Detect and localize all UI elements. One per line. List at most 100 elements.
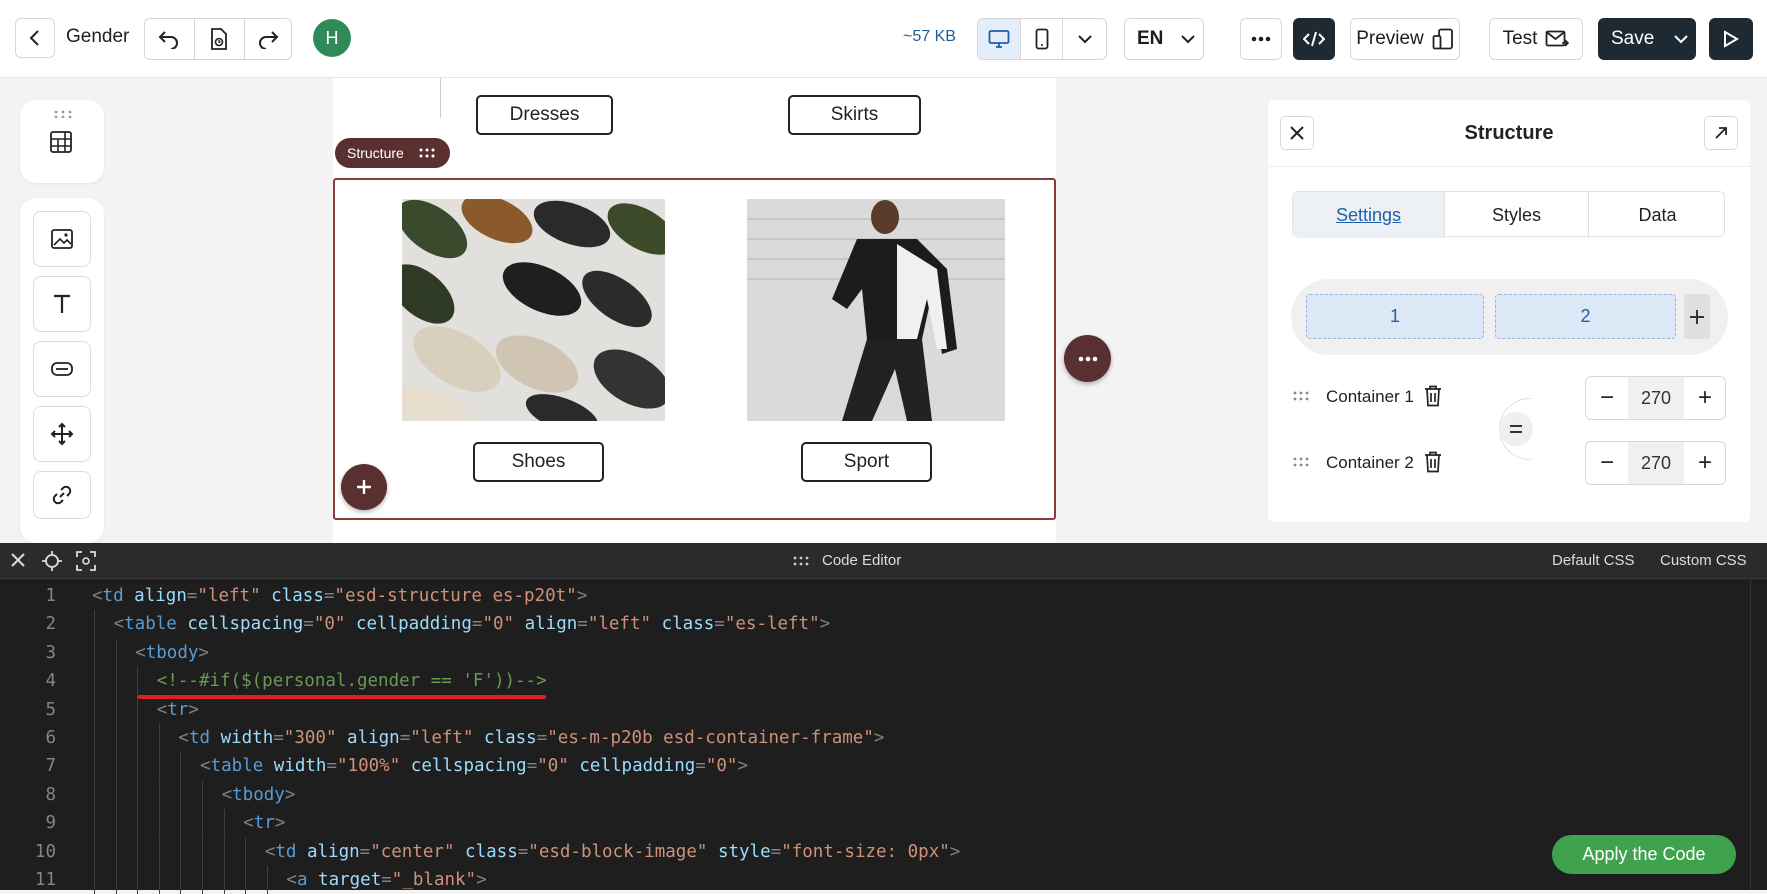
run-button[interactable] bbox=[1709, 18, 1753, 60]
increase-width-button[interactable]: + bbox=[1684, 442, 1726, 484]
code-line[interactable]: 9 <tr> bbox=[0, 809, 1720, 838]
link-block-tool[interactable] bbox=[33, 471, 91, 519]
decrease-width-button[interactable]: − bbox=[1586, 377, 1628, 419]
code-line[interactable]: 7 <table width="100%" cellspacing="0" cel… bbox=[0, 752, 1720, 781]
container-2-width-value[interactable]: 270 bbox=[1628, 442, 1684, 484]
mail-send-icon bbox=[1546, 30, 1570, 47]
version-history-button[interactable] bbox=[195, 19, 243, 59]
code-line[interactable]: 2 <table cellspacing="0" cellpadding="0" … bbox=[0, 610, 1720, 639]
email-size: ~57 KB bbox=[903, 28, 956, 45]
custom-css-tab[interactable]: Custom CSS bbox=[1660, 552, 1747, 569]
sport-button[interactable]: Sport bbox=[801, 442, 932, 482]
delete-container-1-button[interactable] bbox=[1424, 385, 1442, 412]
indent-guide bbox=[223, 837, 225, 866]
column-1[interactable]: 1 bbox=[1306, 294, 1484, 339]
indent-guide bbox=[158, 724, 160, 752]
shoes-image[interactable] bbox=[402, 199, 665, 421]
indent-guide bbox=[180, 780, 182, 809]
increase-width-button[interactable]: + bbox=[1684, 377, 1726, 419]
code-area[interactable]: 1 <td align="left" class="esd-structure e… bbox=[0, 579, 1767, 894]
scrollbar-track[interactable] bbox=[1750, 579, 1751, 890]
structure-actions-button[interactable] bbox=[1064, 335, 1111, 382]
equalize-widths-button[interactable] bbox=[1499, 412, 1533, 446]
text-block-tool[interactable] bbox=[33, 276, 91, 332]
image-block-tool[interactable] bbox=[33, 211, 91, 267]
column-divider bbox=[440, 78, 441, 118]
indent-guide bbox=[180, 809, 182, 838]
indent-guide bbox=[115, 667, 117, 696]
structure-tag[interactable]: Structure bbox=[335, 138, 450, 168]
line-number: 3 bbox=[45, 642, 56, 663]
close-editor-button[interactable] bbox=[10, 552, 26, 572]
structure-tool[interactable] bbox=[49, 130, 73, 159]
indent-guide bbox=[94, 610, 95, 639]
code-line[interactable]: 8 <tbody> bbox=[0, 780, 1720, 809]
drag-handle-icon[interactable] bbox=[1292, 391, 1310, 401]
tab-styles[interactable]: Styles bbox=[1444, 192, 1588, 238]
code-line[interactable]: 10 <td align="center" class="esd-block-im… bbox=[0, 837, 1720, 866]
decrease-width-button[interactable]: − bbox=[1586, 442, 1628, 484]
container-1-width-value[interactable]: 270 bbox=[1628, 377, 1684, 419]
container-1-label: Container 1 bbox=[1326, 387, 1414, 406]
code-text: <table cellspacing="0" cellpadding="0" a… bbox=[113, 614, 831, 635]
indent-guide bbox=[137, 724, 139, 752]
close-icon bbox=[11, 553, 25, 567]
fullscreen-editor-button[interactable] bbox=[76, 551, 96, 575]
indent-guide bbox=[115, 752, 117, 781]
default-css-tab[interactable]: Default CSS bbox=[1552, 552, 1635, 569]
skirts-button[interactable]: Skirts bbox=[788, 95, 921, 135]
code-line[interactable]: 3 <tbody> bbox=[0, 638, 1720, 667]
device-menu-button[interactable] bbox=[1062, 19, 1106, 59]
code-line[interactable]: 6 <td width="300" align="left" class="es-… bbox=[0, 724, 1720, 752]
email-title: Gender bbox=[66, 26, 130, 47]
code-editor-header: Code Editor Default CSS Custom CSS bbox=[0, 543, 1767, 579]
code-line[interactable]: 1 <td align="left" class="esd-structure e… bbox=[0, 582, 1720, 610]
back-button[interactable] bbox=[15, 18, 55, 58]
indent-guide bbox=[137, 809, 139, 838]
line-number: 9 bbox=[45, 813, 56, 834]
indent-guide bbox=[137, 837, 139, 866]
redo-button[interactable] bbox=[245, 19, 291, 59]
desktop-view-button[interactable] bbox=[978, 19, 1020, 59]
sport-photo bbox=[747, 199, 1005, 421]
code-editor-button[interactable] bbox=[1293, 18, 1335, 60]
link-icon bbox=[52, 485, 72, 505]
line-number: 1 bbox=[45, 586, 56, 606]
shoes-button[interactable]: Shoes bbox=[473, 442, 604, 482]
mobile-view-button[interactable] bbox=[1020, 19, 1062, 59]
structure-tag-label: Structure bbox=[347, 145, 404, 161]
expand-panel-button[interactable] bbox=[1704, 116, 1738, 150]
test-email-button[interactable]: Test bbox=[1489, 18, 1583, 60]
spacer-block-tool[interactable] bbox=[33, 406, 91, 462]
editor-title-handle[interactable]: Code Editor bbox=[792, 552, 901, 569]
more-options-button[interactable] bbox=[1240, 18, 1282, 60]
drag-handle-icon[interactable] bbox=[1292, 457, 1310, 467]
apply-code-button[interactable]: Apply the Code bbox=[1552, 835, 1736, 874]
undo-button[interactable] bbox=[145, 19, 193, 59]
indent-guide bbox=[115, 780, 117, 809]
mobile-icon bbox=[1035, 28, 1048, 50]
sport-image[interactable] bbox=[747, 199, 1005, 421]
delete-container-2-button[interactable] bbox=[1424, 451, 1442, 478]
indent-guide bbox=[180, 837, 182, 866]
add-column-button[interactable] bbox=[1684, 294, 1710, 339]
button-block-tool[interactable] bbox=[33, 341, 91, 397]
dresses-button[interactable]: Dresses bbox=[476, 95, 613, 135]
code-line[interactable]: 4 <!--#if($(personal.gender == 'F'))--> bbox=[0, 667, 1720, 696]
preview-button[interactable]: Preview bbox=[1350, 18, 1460, 60]
tab-data[interactable]: Data bbox=[1588, 192, 1726, 238]
code-line[interactable]: 5 <tr> bbox=[0, 695, 1720, 724]
text-icon bbox=[54, 294, 70, 313]
line-number: 7 bbox=[45, 756, 56, 777]
column-2[interactable]: 2 bbox=[1495, 294, 1676, 339]
tab-settings[interactable]: Settings bbox=[1293, 192, 1444, 238]
line-number: 8 bbox=[45, 784, 56, 805]
avatar[interactable]: H bbox=[313, 19, 351, 57]
save-button[interactable]: Save bbox=[1598, 18, 1696, 60]
editor-title: Code Editor bbox=[822, 552, 902, 569]
language-select[interactable]: EN bbox=[1124, 18, 1204, 60]
test-label: Test bbox=[1502, 28, 1538, 49]
add-block-button[interactable] bbox=[341, 464, 387, 510]
move-editor-button[interactable] bbox=[41, 550, 63, 576]
drag-handle-icon bbox=[54, 110, 72, 118]
